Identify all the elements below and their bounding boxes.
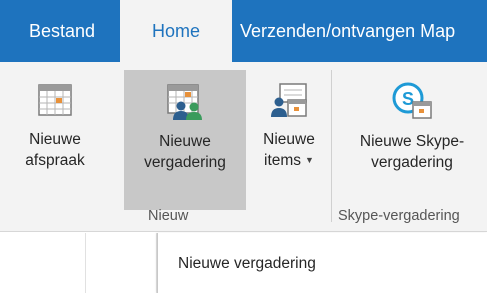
chevron-down-icon: ▼ <box>305 155 314 166</box>
ribbon-tab-bar: Bestand Home Verzenden/ontvangen Map <box>0 0 487 62</box>
tab-send-receive[interactable]: Verzenden/ontvangen Map <box>240 0 455 62</box>
people-message-icon <box>270 82 308 123</box>
group-separator <box>331 70 332 222</box>
svg-text:S: S <box>402 89 414 109</box>
new-meeting-dropdown-menu: Nieuwe vergadering <box>157 233 487 293</box>
calendar-icon <box>37 82 73 123</box>
navigation-pane <box>0 233 86 293</box>
new-meeting-button[interactable]: Nieuwe vergadering <box>124 70 246 210</box>
ribbon: Nieuwe afspraak Nieuwe vergadering Nieuw… <box>0 62 487 232</box>
group-label-new: Nieuw <box>148 208 189 224</box>
tab-home[interactable]: Home <box>120 0 232 62</box>
new-skype-meeting-label: Nieuwe Skype- vergadering <box>359 133 465 171</box>
menu-item-new-meeting[interactable]: Nieuwe vergadering <box>178 255 316 273</box>
new-skype-meeting-button[interactable]: S Nieuwe Skype- vergadering <box>340 82 484 173</box>
new-meeting-label: Nieuwe vergadering <box>144 133 226 171</box>
tab-file[interactable]: Bestand <box>14 0 110 62</box>
calendar-people-icon <box>165 82 205 125</box>
group-label-skype: Skype-vergadering <box>338 208 460 224</box>
new-items-label: Nieuwe items ▼ <box>263 129 315 171</box>
new-items-button[interactable]: Nieuwe items ▼ <box>250 82 328 171</box>
folder-pane <box>86 233 157 293</box>
skype-calendar-icon: S <box>391 82 433 125</box>
new-appointment-button[interactable]: Nieuwe afspraak <box>10 82 100 171</box>
new-appointment-label: Nieuwe afspraak <box>25 131 85 169</box>
